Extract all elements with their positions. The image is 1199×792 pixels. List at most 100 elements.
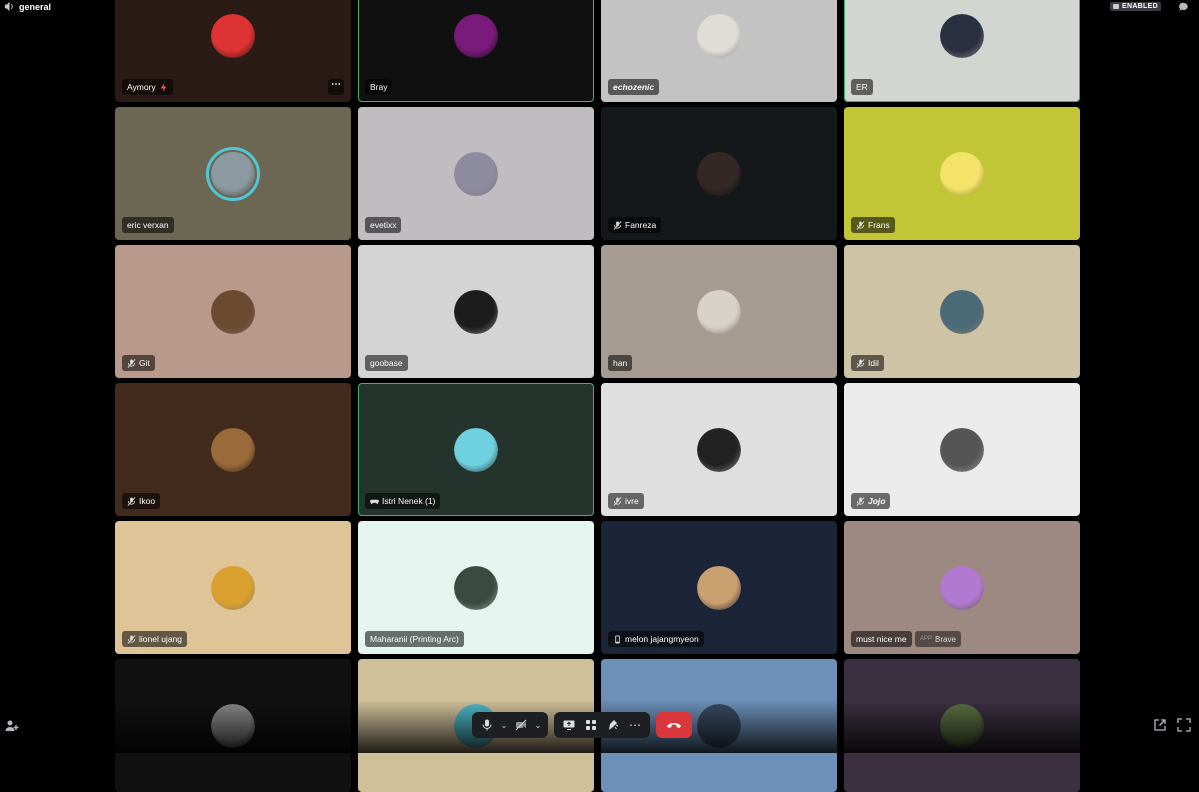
participant-tile[interactable]: Git xyxy=(115,245,351,378)
avatar xyxy=(454,13,498,58)
screen-share-button[interactable] xyxy=(560,716,578,734)
avatar-image xyxy=(454,151,498,196)
participant-name: evetixx xyxy=(370,220,397,230)
more-button[interactable]: ⋯ xyxy=(626,716,644,734)
channel-header[interactable]: general xyxy=(4,1,51,12)
participant-tile[interactable]: goobase xyxy=(358,245,594,378)
participant-tile[interactable]: Jojo xyxy=(844,383,1080,516)
participant-name: Git xyxy=(139,358,150,368)
fullscreen-icon[interactable] xyxy=(1177,718,1191,732)
lightning-icon xyxy=(159,82,168,92)
avatar-image xyxy=(940,565,984,610)
participant-name-tag: Idil xyxy=(851,355,884,371)
invite-user-icon[interactable] xyxy=(5,719,19,733)
popout-icon[interactable] xyxy=(1153,718,1167,732)
av-controls: ⌄ ⌄ xyxy=(472,712,548,738)
mic-button[interactable] xyxy=(478,716,496,734)
avatar xyxy=(940,703,984,748)
avatar xyxy=(697,565,741,610)
participant-tile[interactable]: must nice me APP Brave xyxy=(844,521,1080,654)
game-activity-label: APP xyxy=(920,636,933,642)
participant-name: Fanreza xyxy=(625,220,657,230)
participant-name-tag: melon jajangmyeon xyxy=(608,631,704,647)
chat-icon[interactable] xyxy=(1178,2,1189,12)
hang-up-icon xyxy=(667,723,681,728)
participant-tile[interactable]: melon jajangmyeon xyxy=(601,521,837,654)
mic-muted-icon xyxy=(856,496,865,506)
activity-controls: ⋯ xyxy=(554,712,650,738)
status-badge-label: ENABLED xyxy=(1122,3,1158,10)
avatar-image xyxy=(940,13,984,58)
participant-tile[interactable]: Frans xyxy=(844,107,1080,240)
avatar-image xyxy=(454,13,498,58)
game-activity-badge[interactable]: APP Brave xyxy=(915,631,961,647)
camera-off-icon xyxy=(515,719,527,731)
avatar-image xyxy=(697,289,741,334)
participant-tile[interactable]: ivre xyxy=(601,383,837,516)
avatar xyxy=(206,146,260,201)
avatar xyxy=(940,289,984,334)
participant-name: echozenic xyxy=(613,82,655,92)
participant-name: goobase xyxy=(370,358,403,368)
avatar xyxy=(697,703,741,748)
microphone-icon xyxy=(482,719,492,731)
participant-name-tag: Jojo xyxy=(851,493,891,509)
participant-tile[interactable]: Bray xyxy=(358,0,594,102)
participant-name: ER xyxy=(856,82,868,92)
participant-name-tag: eric verxan xyxy=(122,217,174,233)
avatar-image xyxy=(940,427,984,472)
avatar xyxy=(940,151,984,196)
avatar-image xyxy=(940,703,984,748)
mic-muted-icon xyxy=(127,496,136,506)
mic-options-caret[interactable]: ⌄ xyxy=(500,716,508,734)
call-controls: ⌄ ⌄ ⋯ xyxy=(472,712,692,738)
participant-tile[interactable]: Idil xyxy=(844,245,1080,378)
participant-tile[interactable]: Ikoo xyxy=(115,383,351,516)
participant-name-tag: lionel ujang xyxy=(122,631,188,647)
avatar xyxy=(211,427,255,472)
participant-name: Idil xyxy=(868,358,879,368)
participant-name-tag: must nice me xyxy=(851,631,912,647)
participant-tile[interactable]: ER xyxy=(844,0,1080,102)
participant-tile[interactable]: echozenic xyxy=(601,0,837,102)
participant-name-tag: echozenic xyxy=(608,79,660,95)
participant-name: eric verxan xyxy=(127,220,169,230)
avatar xyxy=(454,565,498,610)
hang-up-button[interactable] xyxy=(656,712,692,738)
participant-tile[interactable]: Fanreza xyxy=(601,107,837,240)
avatar xyxy=(454,151,498,196)
soundboard-icon xyxy=(609,720,619,730)
avatar-image xyxy=(454,565,498,610)
avatar xyxy=(211,703,255,748)
soundboard-button[interactable] xyxy=(604,716,622,734)
participant-name-tag: Aymory xyxy=(122,79,173,95)
avatar xyxy=(454,289,498,334)
channel-name: general xyxy=(19,1,52,12)
avatar-image xyxy=(697,151,741,196)
participant-tile[interactable]: Istri Nenek (1) xyxy=(358,383,594,516)
avatar-image xyxy=(940,289,984,334)
activities-button[interactable] xyxy=(582,716,600,734)
participant-tile[interactable]: Aymory ⋯ xyxy=(115,0,351,102)
participant-name-tag: goobase xyxy=(365,355,408,371)
participant-name-tag: han xyxy=(608,355,633,371)
participant-tile[interactable] xyxy=(844,659,1080,792)
tile-more-button[interactable]: ⋯ xyxy=(328,79,344,95)
participant-name-tag: Maharanii (Printing Arc) xyxy=(365,631,464,647)
participant-tile[interactable] xyxy=(115,659,351,792)
participant-tile[interactable]: lionel ujang xyxy=(115,521,351,654)
avatar-image xyxy=(454,427,498,472)
participant-tile[interactable]: han xyxy=(601,245,837,378)
participant-tile[interactable]: eric verxan xyxy=(115,107,351,240)
avatar-image xyxy=(211,151,255,196)
camera-options-caret[interactable]: ⌄ xyxy=(534,716,542,734)
participant-tile[interactable]: Maharanii (Printing Arc) xyxy=(358,521,594,654)
avatar xyxy=(697,13,741,58)
speaker-icon xyxy=(4,1,13,12)
status-badge-icon xyxy=(1113,4,1119,9)
participant-name: ivre xyxy=(625,496,639,506)
avatar-image xyxy=(697,703,741,748)
camera-button[interactable] xyxy=(512,716,530,734)
status-badge[interactable]: ENABLED xyxy=(1110,2,1161,11)
participant-tile[interactable]: evetixx xyxy=(358,107,594,240)
